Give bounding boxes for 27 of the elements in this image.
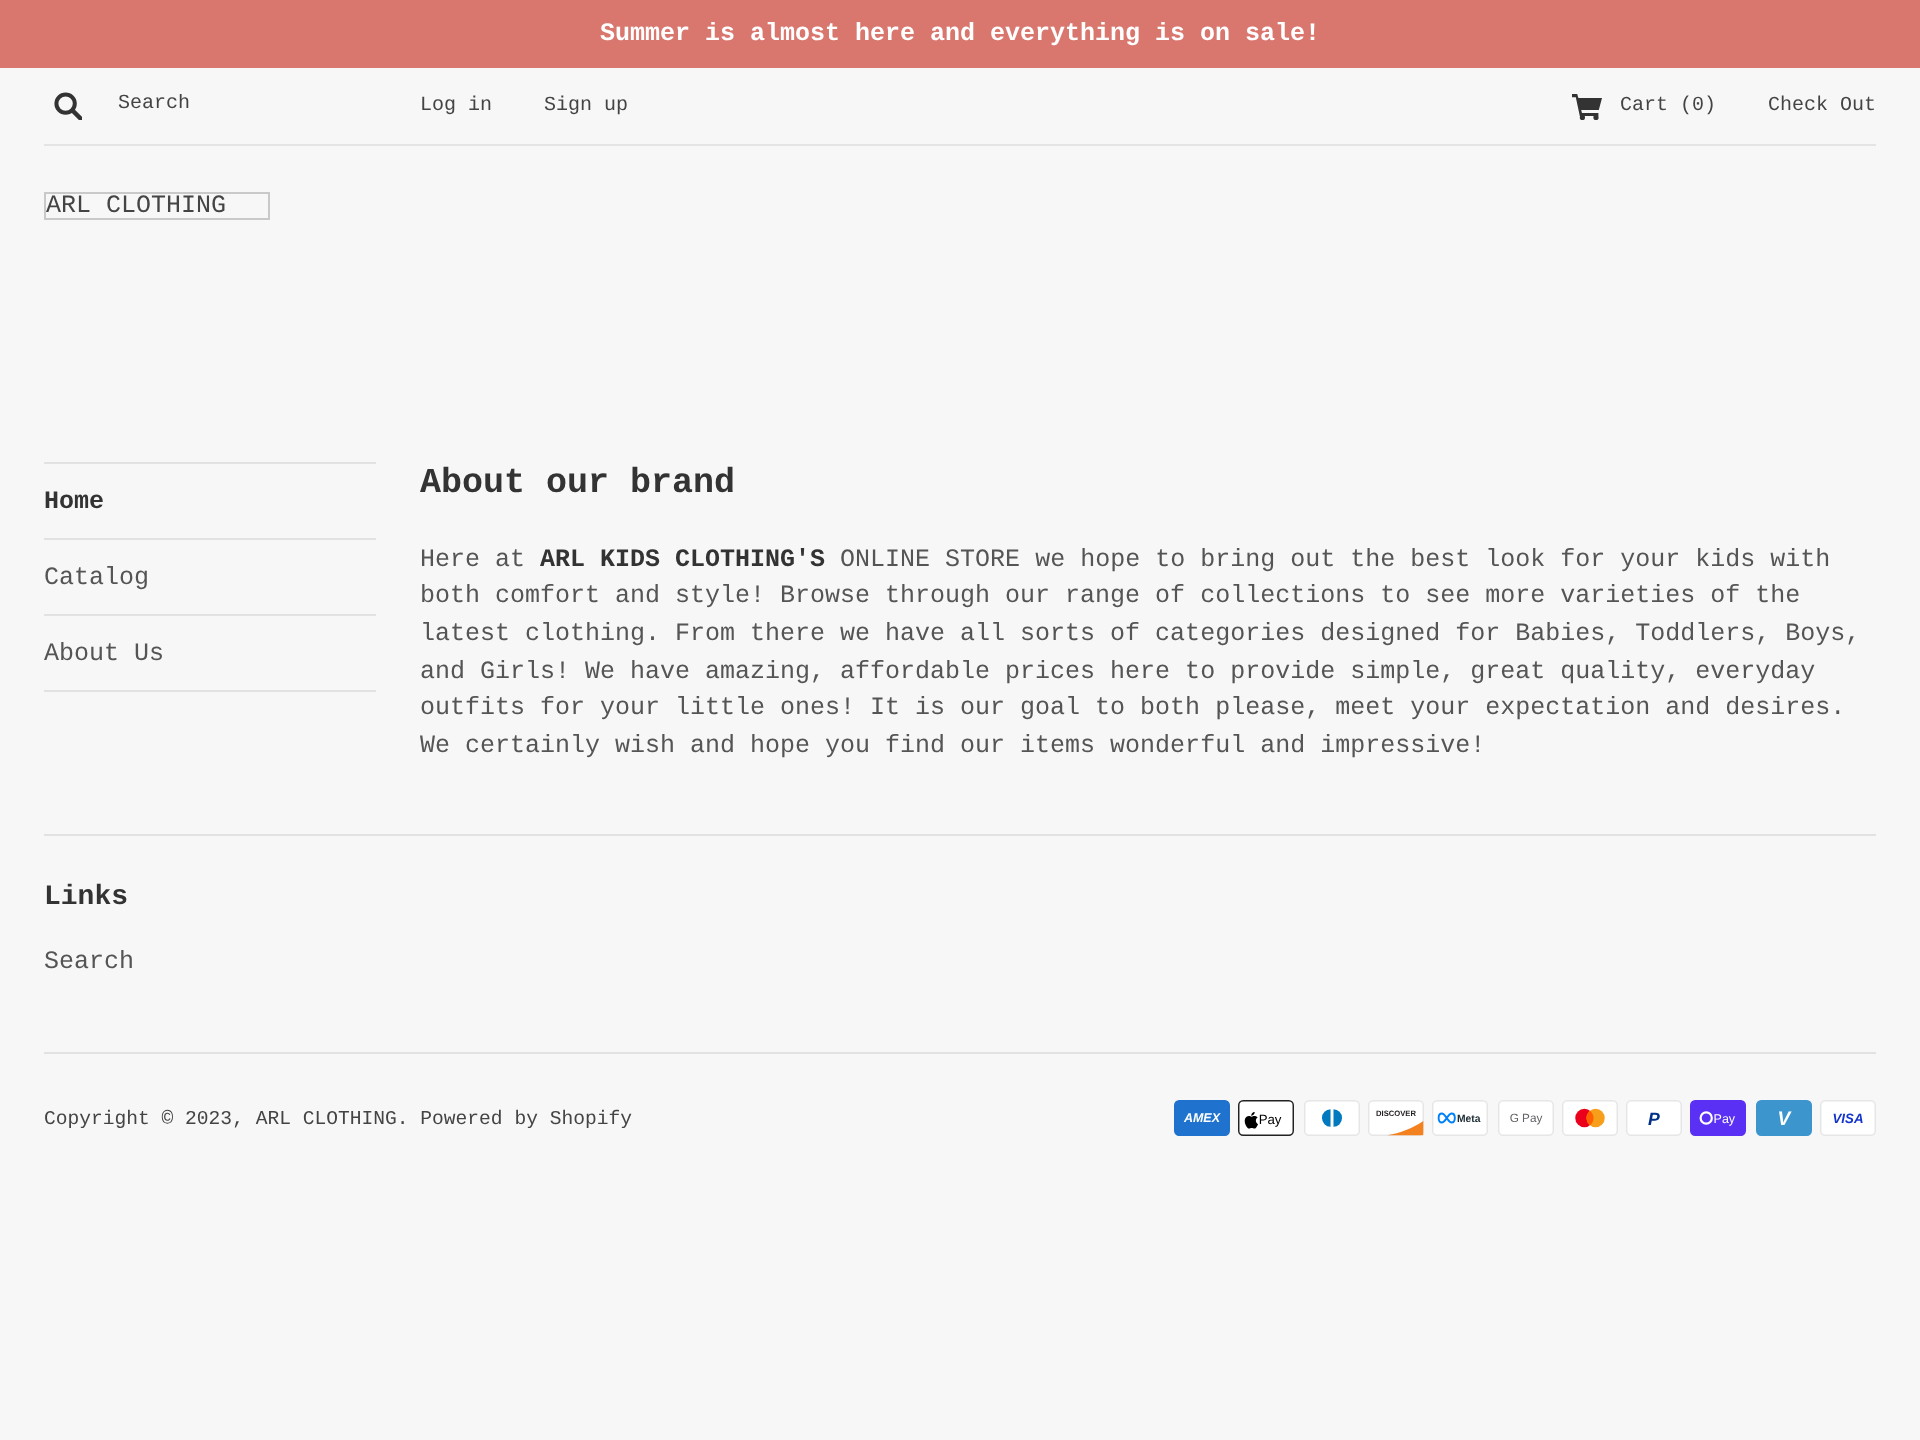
footer-heading: Links [44, 881, 129, 916]
sidebar-nav-item[interactable]: About Us [44, 614, 376, 690]
logo-label: P [1648, 1109, 1661, 1130]
cart-link[interactable]: Cart (0) [1571, 92, 1716, 120]
powered-by-link[interactable]: Powered by Shopify [420, 1107, 632, 1130]
split-circle-icon [1321, 1109, 1342, 1128]
overlapping-circles-icon [1574, 1109, 1605, 1128]
page-body-text: Here at ARL KIDS CLOTHING'S ONLINE STORE we hope to bring out the best look for your kids with both comfort and style! Browse through our range of collections to see more varieties of the latest clothing. From there we have all sorts of categories designed for Babies, Toddlers, Boys, and Girls! We have amazing, affordable prices here to provide simple, great quality, everyday outfits for your little ones! It is our goal to both please, meet your expectation and desires. We certainly wish and hope you find our items wonderful and impressive! [420, 543, 1863, 765]
signup-link[interactable]: Sign up [544, 95, 629, 117]
swoosh-icon [1387, 1121, 1424, 1136]
checkout-link[interactable]: Check Out [1767, 95, 1876, 117]
search-field[interactable]: Search [118, 93, 400, 115]
store-logo[interactable]: ARL CLOTHING [44, 192, 270, 220]
login-link[interactable]: Log in [420, 95, 493, 117]
search-icon[interactable] [54, 92, 82, 120]
sidebar-nav-item[interactable]: Catalog [44, 538, 376, 614]
copyright-text: Copyright © 2023, ARL CLOTHING. Powered by Shopify [44, 1107, 632, 1130]
cart-icon [1571, 92, 1602, 120]
store-link[interactable]: ARL CLOTHING [255, 1107, 397, 1130]
ring-icon [1700, 1111, 1714, 1126]
infinity-icon [1438, 1112, 1457, 1124]
apple-icon [1245, 1112, 1259, 1129]
announcement-bar: Summer is almost here and everything is on sale! [0, 0, 1920, 68]
logo-label: V [1777, 1109, 1790, 1132]
footer-link[interactable]: Search [44, 946, 135, 979]
page-title: About our brand [420, 462, 738, 506]
sidebar-nav-item[interactable]: Home [44, 462, 376, 538]
